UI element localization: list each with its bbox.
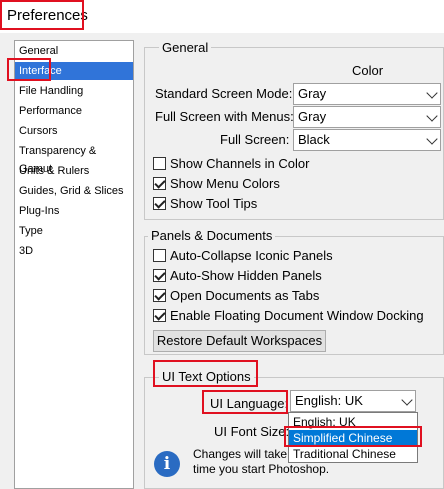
sidebar-item-3d[interactable]: 3D	[19, 242, 129, 260]
sidebar: General Interface File Handling Performa…	[14, 40, 134, 489]
note-line1: Changes will take	[193, 447, 288, 461]
annotation-interface-highlight	[7, 58, 51, 81]
full-screen-menus-value: Gray	[298, 109, 327, 124]
standard-screen-mode-value: Gray	[298, 86, 327, 101]
sidebar-item-cursors[interactable]: Cursors	[19, 122, 129, 140]
chevron-down-icon	[426, 110, 438, 122]
annotation-ui-text-highlight	[153, 360, 258, 387]
auto-show-label: Auto-Show Hidden Panels	[170, 268, 322, 283]
info-icon: i	[154, 451, 180, 477]
show-tool-tips-label: Show Tool Tips	[170, 196, 258, 211]
floating-docking-checkbox[interactable]	[153, 309, 166, 322]
chevron-down-icon	[426, 133, 438, 145]
standard-screen-mode-select[interactable]: Gray	[293, 83, 441, 105]
language-option-traditional-chinese[interactable]: Traditional Chinese	[289, 446, 417, 462]
sidebar-item-type[interactable]: Type	[19, 222, 129, 240]
sidebar-item-plug-ins[interactable]: Plug-Ins	[19, 202, 129, 220]
standard-screen-mode-label: Standard Screen Mode:	[155, 86, 293, 101]
general-legend: General	[159, 40, 212, 55]
open-tabs-checkbox[interactable]	[153, 289, 166, 302]
show-menu-colors-checkbox[interactable]	[153, 177, 166, 190]
ui-font-size-label: UI Font Size:	[214, 424, 290, 439]
annotation-title-highlight	[0, 0, 84, 30]
show-tool-tips-checkbox[interactable]	[153, 197, 166, 210]
annotation-simplified-chinese-highlight	[284, 426, 422, 447]
floating-docking-label: Enable Floating Document Window Docking	[170, 308, 424, 323]
sidebar-item-transparency-gamut[interactable]: Transparency & Gamut	[19, 142, 129, 175]
sidebar-item-file-handling[interactable]: File Handling	[19, 82, 129, 100]
color-column-header: Color	[352, 63, 384, 78]
full-screen-menus-label: Full Screen with Menus:	[155, 109, 294, 124]
note-line2: time you start Photoshop.	[193, 462, 330, 476]
show-channels-checkbox[interactable]	[153, 157, 166, 170]
show-channels-label: Show Channels in Color	[170, 156, 310, 171]
full-screen-select[interactable]: Black	[293, 129, 441, 151]
chevron-down-icon	[401, 394, 413, 406]
panels-legend: Panels & Documents	[148, 228, 276, 243]
ui-language-value: English: UK	[295, 393, 363, 408]
sidebar-item-units-rulers[interactable]: Units & Rulers	[19, 162, 129, 180]
auto-collapse-checkbox[interactable]	[153, 249, 166, 262]
restore-workspaces-button[interactable]: Restore Default Workspaces	[153, 330, 326, 352]
auto-collapse-label: Auto-Collapse Iconic Panels	[170, 248, 333, 263]
full-screen-menus-select[interactable]: Gray	[293, 106, 441, 128]
ui-language-select[interactable]: English: UK	[290, 390, 416, 412]
chevron-down-icon	[426, 87, 438, 99]
auto-show-checkbox[interactable]	[153, 269, 166, 282]
show-menu-colors-label: Show Menu Colors	[170, 176, 280, 191]
sidebar-item-performance[interactable]: Performance	[19, 102, 129, 120]
open-tabs-label: Open Documents as Tabs	[170, 288, 320, 303]
sidebar-item-guides-grid-slices[interactable]: Guides, Grid & Slices	[19, 182, 129, 200]
full-screen-label: Full Screen:	[220, 132, 290, 147]
annotation-language-label-highlight	[202, 390, 288, 414]
full-screen-value: Black	[298, 132, 330, 147]
